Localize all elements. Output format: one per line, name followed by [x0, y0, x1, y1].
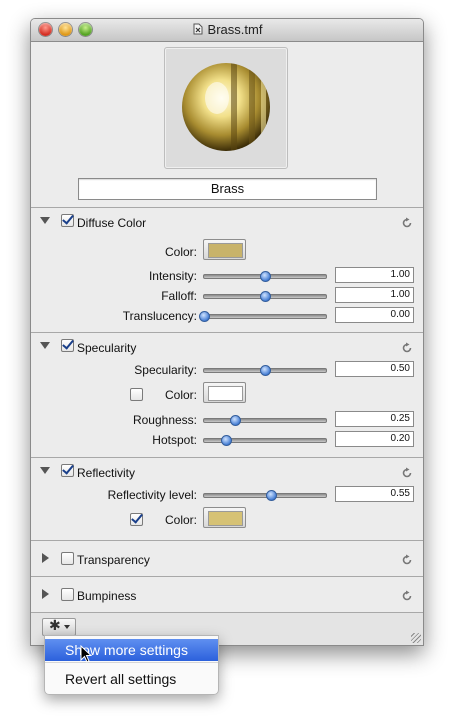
specular-color-well[interactable] [203, 382, 246, 403]
material-name-field[interactable]: Brass [78, 178, 377, 200]
window-title: Brass.tmf [207, 22, 263, 37]
reflectivity-section-label: Reflectivity [77, 466, 136, 480]
translucency-slider-thumb[interactable] [199, 311, 210, 322]
menu-item-show-more-settings[interactable]: Show more settings [45, 639, 218, 661]
diffuse-section-label: Diffuse Color [77, 216, 147, 230]
specularity-section-label: Specularity [77, 341, 137, 355]
specularity-field[interactable]: 0.50 [335, 361, 414, 377]
reflectivity-color-checkbox[interactable] [130, 513, 143, 526]
diffuse-enable-checkbox[interactable] [61, 214, 74, 227]
specularity-reset-icon[interactable] [401, 342, 413, 354]
hotspot-slider-thumb[interactable] [220, 435, 232, 446]
specularity-label: Specularity: [134, 363, 197, 377]
translucency-label: Translucency: [122, 309, 197, 323]
translucency-slider[interactable] [199, 311, 327, 322]
diffuse-reset-icon[interactable] [401, 217, 413, 229]
transparency-enable-checkbox[interactable] [61, 552, 74, 565]
bumpiness-reset-icon[interactable] [401, 590, 413, 602]
reflectivity-color-label: Color: [164, 513, 197, 527]
bumpiness-enable-checkbox[interactable] [61, 588, 74, 601]
bumpiness-section-label: Bumpiness [77, 589, 137, 603]
title-bar[interactable]: Brass.tmf [31, 19, 423, 42]
specularity-header: Specularity [31, 333, 423, 355]
reflectivity-disclosure-triangle[interactable] [40, 467, 50, 474]
diffuse-color-section: Diffuse Color Color: Intensity: 1.00 Fal… [31, 208, 423, 333]
transparency-reset-icon[interactable] [401, 554, 413, 566]
falloff-field[interactable]: 1.00 [335, 287, 414, 303]
specularity-slider-thumb[interactable] [260, 365, 271, 376]
window-title-group: Brass.tmf [31, 22, 423, 37]
reflectivity-enable-checkbox[interactable] [61, 464, 74, 477]
falloff-slider[interactable] [203, 291, 327, 302]
preview-area: Brass [31, 42, 423, 208]
diffuse-color-well[interactable] [203, 239, 246, 260]
chevron-down-icon [64, 625, 70, 629]
roughness-slider[interactable] [203, 415, 327, 426]
menu-separator [45, 662, 218, 663]
mouse-pointer-icon [80, 645, 93, 663]
translucency-field[interactable]: 0.00 [335, 307, 414, 323]
specularity-section: Specularity Specularity: 0.50 Color: Rou… [31, 333, 423, 458]
bumpiness-disclosure-triangle[interactable] [42, 589, 49, 599]
reflectivity-color-well[interactable] [203, 507, 246, 528]
reflectivity-reset-icon[interactable] [401, 467, 413, 479]
intensity-field[interactable]: 1.00 [335, 267, 414, 283]
reflectivity-level-field[interactable]: 0.55 [335, 486, 414, 502]
gear-icon: ✱ [49, 617, 61, 633]
reflectivity-level-slider[interactable] [203, 490, 327, 501]
diffuse-color-swatch [208, 243, 243, 258]
action-popup-menu: Show more settings Revert all settings [44, 635, 219, 695]
resize-handle[interactable] [411, 633, 421, 643]
material-preview [164, 47, 288, 169]
hotspot-slider[interactable] [203, 435, 327, 446]
roughness-slider-thumb[interactable] [229, 415, 241, 426]
roughness-field[interactable]: 0.25 [335, 411, 414, 427]
diffuse-disclosure-triangle[interactable] [40, 217, 50, 224]
reflectivity-color-swatch [208, 511, 243, 526]
specular-color-label: Color: [164, 388, 197, 402]
reflectivity-level-label: Reflectivity level: [107, 488, 197, 502]
specular-color-checkbox[interactable] [130, 388, 143, 401]
reflectivity-header: Reflectivity [31, 458, 423, 480]
menu-item-revert-all-settings[interactable]: Revert all settings [45, 668, 218, 690]
brass-sphere-preview [182, 63, 270, 151]
hotspot-field[interactable]: 0.20 [335, 431, 414, 447]
reflectivity-level-slider-thumb[interactable] [266, 490, 278, 501]
bumpiness-header: Bumpiness [31, 583, 423, 605]
diffuse-color-label: Color: [164, 245, 197, 259]
falloff-slider-thumb[interactable] [260, 291, 271, 302]
transparency-disclosure-triangle[interactable] [42, 553, 49, 563]
transparency-header: Transparency [31, 547, 423, 569]
document-icon [193, 23, 203, 35]
intensity-slider[interactable] [203, 271, 327, 282]
specularity-disclosure-triangle[interactable] [40, 342, 50, 349]
intensity-label: Intensity: [148, 269, 197, 283]
diffuse-color-header: Diffuse Color [31, 208, 423, 230]
falloff-label: Falloff: [161, 289, 197, 303]
transparency-section-label: Transparency [77, 553, 150, 567]
action-menu-button[interactable]: ✱ [42, 617, 76, 636]
transparency-section: Transparency [31, 541, 423, 577]
intensity-slider-thumb[interactable] [260, 271, 271, 282]
specularity-slider[interactable] [203, 365, 327, 376]
hotspot-label: Hotspot: [152, 433, 197, 447]
roughness-label: Roughness: [132, 413, 197, 427]
specular-color-swatch [208, 386, 243, 401]
material-window: Brass.tmf Brass Diffuse Color Color: Int… [30, 18, 424, 646]
specularity-enable-checkbox[interactable] [61, 339, 74, 352]
reflectivity-section: Reflectivity Reflectivity level: 0.55 Co… [31, 458, 423, 541]
bumpiness-section: Bumpiness [31, 577, 423, 613]
